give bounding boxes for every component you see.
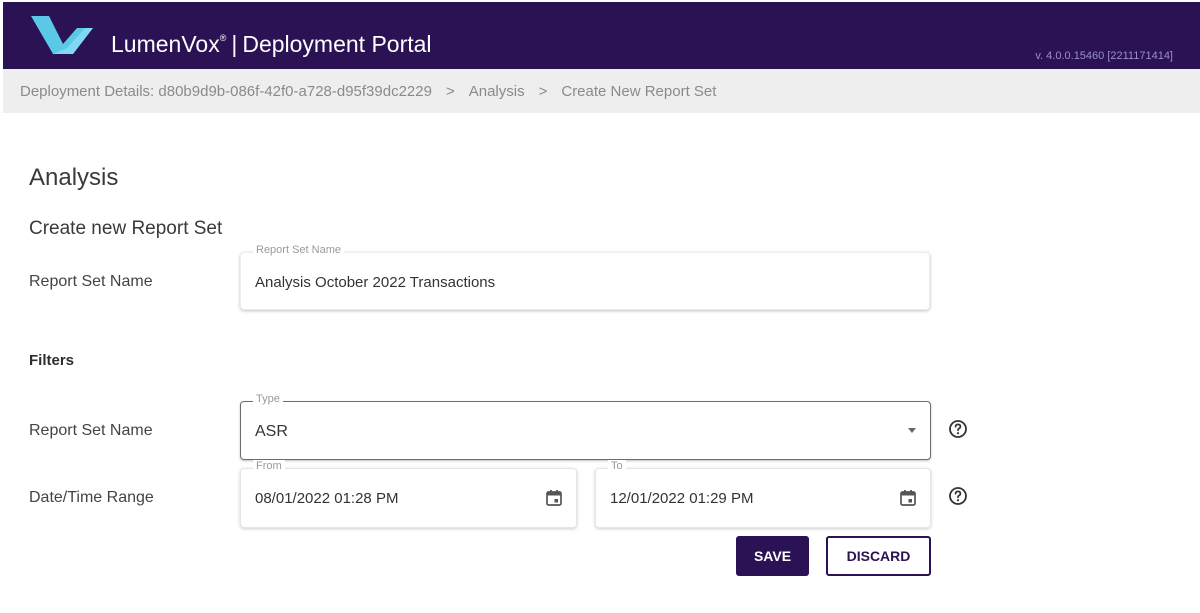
app-header: LumenVox® | Deployment Portal v. 4.0.0.154… (3, 2, 1200, 69)
brand-title: LumenVox® | Deployment Portal (111, 31, 432, 58)
brand-name: LumenVox (111, 31, 220, 57)
to-date-field[interactable]: To 12/01/2022 01:29 PM (595, 460, 931, 528)
version-label: v. 4.0.0.15460 [2211171414] (1035, 50, 1173, 62)
from-legend: From (253, 460, 285, 473)
save-button[interactable]: SAVE (736, 536, 809, 576)
help-circle-icon[interactable] (948, 486, 968, 506)
section-title: Create new Report Set (29, 218, 223, 239)
to-date-value[interactable]: 12/01/2022 01:29 PM (610, 490, 753, 507)
report-set-name-value[interactable]: Analysis October 2022 Transactions (255, 274, 495, 291)
from-date-field[interactable]: From 08/01/2022 01:28 PM (240, 460, 577, 528)
report-set-name-label: Report Set Name (29, 273, 153, 290)
report-set-name-field[interactable]: Report Set Name Analysis October 2022 Tr… (240, 244, 930, 310)
breadcrumb-item-current: Create New Report Set (561, 82, 717, 100)
filters-heading: Filters (29, 352, 75, 369)
portal-title: Deployment Portal (242, 31, 432, 57)
date-range-label: Date/Time Range (29, 489, 154, 506)
breadcrumb-item-analysis[interactable]: Analysis (469, 83, 525, 100)
breadcrumb-item-deployment[interactable]: Deployment Details: d80b9d9b-086f-42f0-a… (20, 83, 432, 100)
breadcrumb-separator: > (445, 82, 455, 100)
lumenvox-logo[interactable] (29, 14, 97, 60)
type-value[interactable]: ASR (255, 423, 288, 441)
trademark-symbol: ® (219, 33, 227, 43)
calendar-icon[interactable] (898, 488, 918, 508)
chevron-down-icon[interactable] (908, 428, 916, 433)
calendar-icon[interactable] (544, 488, 564, 508)
discard-button[interactable]: DISCARD (826, 536, 931, 576)
breadcrumb: Deployment Details: d80b9d9b-086f-42f0-a… (3, 69, 1200, 113)
type-row-label: Report Set Name (29, 422, 153, 439)
breadcrumb-separator: > (538, 82, 548, 100)
report-set-name-legend: Report Set Name (253, 244, 344, 257)
to-legend: To (608, 460, 626, 473)
help-circle-icon[interactable] (948, 419, 968, 439)
from-date-value[interactable]: 08/01/2022 01:28 PM (255, 490, 398, 507)
brand-separator: | (231, 31, 238, 57)
page-title: Analysis (29, 164, 119, 191)
type-select[interactable]: Type ASR (240, 393, 931, 460)
type-legend: Type (253, 393, 283, 406)
